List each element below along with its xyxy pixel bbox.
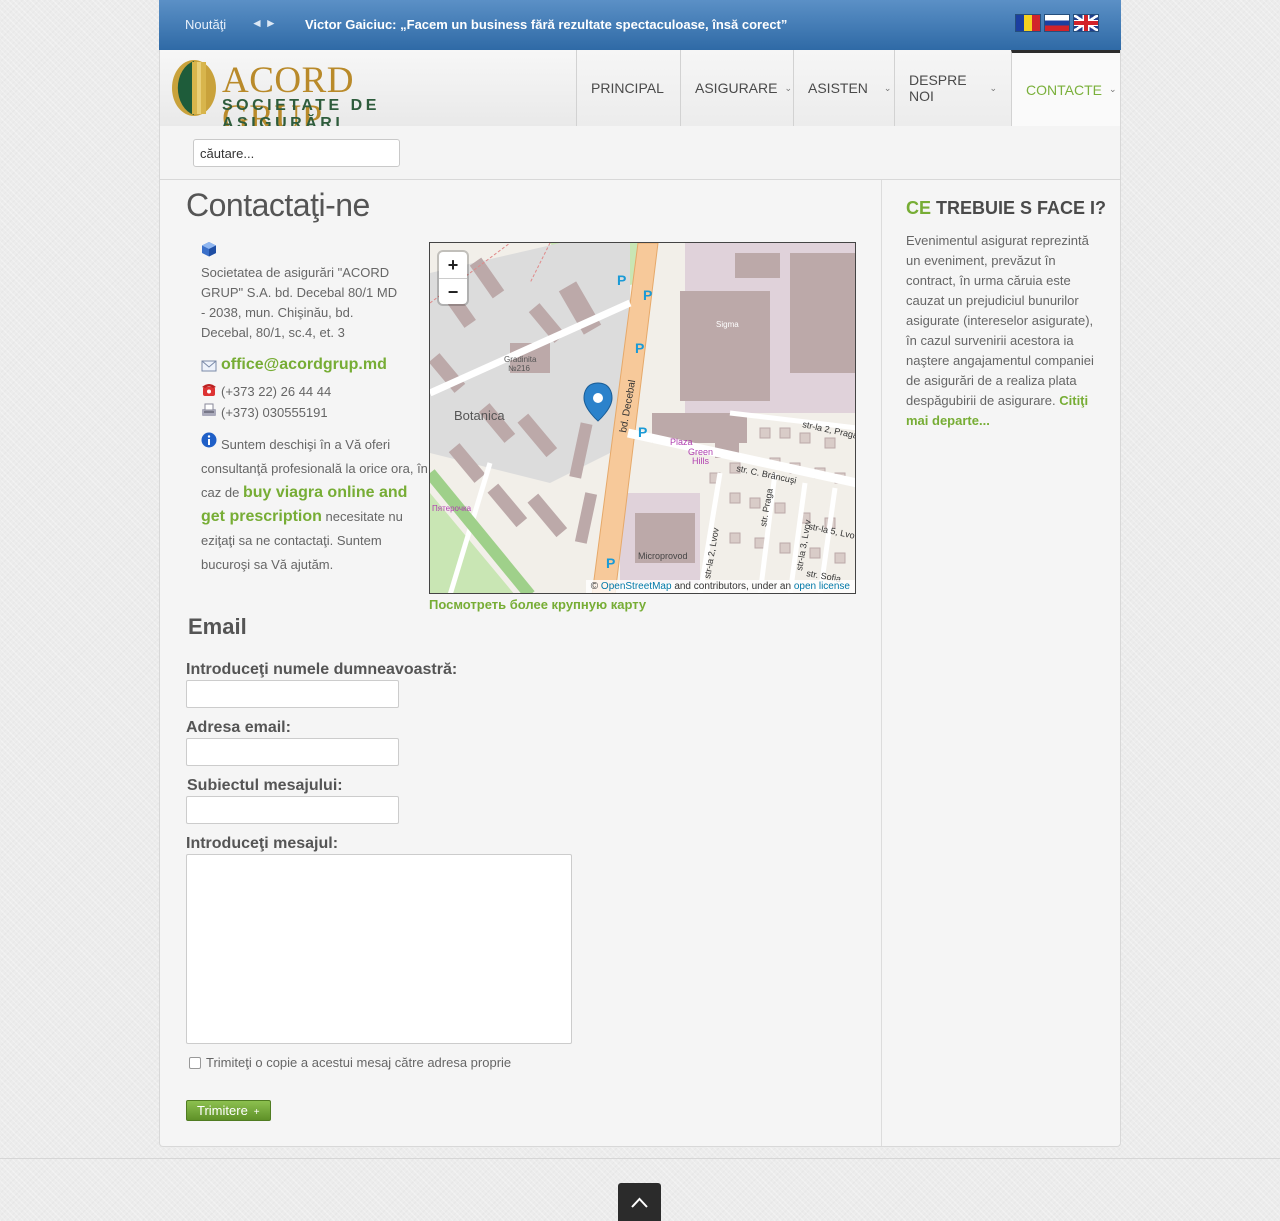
email-label: Adresa email: [186, 719, 291, 736]
email-field[interactable] [186, 738, 399, 766]
attr-mid: and contributors, under an [674, 581, 792, 592]
chevron-down-icon: ⌄ [989, 82, 997, 93]
nav-item-asisten[interactable]: ASISTEN ⌄ [793, 50, 894, 126]
nav-label: PRINCIPAL [591, 80, 664, 96]
map-zoom-control: + − [439, 252, 467, 304]
main-content: Contactaţi-ne Societatea de asigurări "A… [159, 180, 1121, 1147]
map-parking-icon: P [635, 340, 644, 356]
map-parking-icon: P [606, 555, 615, 571]
sidebar-divider [881, 180, 882, 1146]
map-label-microprovod: Microprovod [638, 551, 688, 561]
fax-icon [202, 403, 216, 416]
phone-icon [202, 384, 216, 396]
logo-mark-icon [172, 60, 216, 116]
news-headline[interactable]: Victor Gaiciuc: „Facem un business fără … [305, 17, 787, 32]
address-text: Societatea de asigurări "ACORD GRUP" S.A… [201, 265, 398, 340]
top-news-bar: Noutăţi ◄► Victor Gaiciuc: „Facem un bus… [159, 0, 1121, 50]
map-label-hills: Hills [692, 456, 709, 466]
copy-label: Trimiteţi o copie a acestui mesaj către … [206, 1055, 512, 1070]
zoom-in-button[interactable]: + [439, 252, 467, 278]
map-parking-icon: P [617, 272, 626, 288]
attr-osm-link[interactable]: OpenStreetMap [601, 581, 672, 592]
news-label: Noutăţi [185, 17, 227, 32]
map-attribution: © OpenStreetMap and contributors, under … [585, 580, 855, 593]
address-cube-icon [202, 242, 216, 257]
plus-icon: + [253, 1107, 260, 1118]
nav-label: CONTACTE [1026, 81, 1102, 98]
zoom-out-button[interactable]: − [439, 278, 467, 304]
nav-item-asigurare[interactable]: ASIGURARE ⌄ [680, 50, 793, 126]
flag-russia-icon[interactable] [1044, 14, 1070, 32]
envelope-icon [201, 360, 217, 372]
main-nav: PRINCIPAL ASIGURARE ⌄ ASISTEN ⌄ DESPRE N… [576, 50, 1120, 126]
search-row [159, 126, 1121, 180]
map-canvas[interactable]: Botanica Gradinita №216 Sigma bd. Deceba… [430, 243, 856, 594]
map-parking-icon: P [638, 424, 647, 440]
chevron-down-icon: ⌄ [883, 82, 892, 93]
chevron-down-icon: ⌄ [1108, 84, 1117, 94]
info-text: Suntem deschişi în a Vă oferi consultanţ… [201, 433, 429, 577]
nav-item-despre-noi[interactable]: DESPRE NOI ⌄ [894, 50, 1011, 126]
map-label-gradinita: Gradinita [504, 355, 537, 364]
map-label-pyaterochka: Пятерочка [432, 504, 472, 513]
chevron-up-icon [631, 1197, 648, 1208]
copy-option: Trimiteţi o copie a acestui mesaj către … [189, 1055, 511, 1070]
map-label-gradinita-num: №216 [508, 364, 530, 373]
submit-button[interactable]: Trimitere + [186, 1100, 271, 1121]
page-wrapper: Noutăţi ◄► Victor Gaiciuc: „Facem un bus… [159, 0, 1121, 1147]
email-form-title: Email [188, 614, 247, 639]
site-header: ACORD GRUP SOCIETATE DE ASIGURĂRI PRINCI… [159, 50, 1121, 138]
sidebar-title: CE TREBUIE S FACE I? [906, 198, 1106, 219]
sidebar-paragraph: Evenimentul asigurat reprezintă un eveni… [906, 233, 1094, 408]
map-label-plaza: Plaza [670, 437, 693, 447]
flag-moldova-icon[interactable] [1015, 14, 1041, 32]
phone-number: (+373 22) 26 44 44 [221, 384, 332, 399]
larger-map-link[interactable]: Посмотреть более крупную карту [429, 597, 646, 612]
map-label-sigma: Sigma [716, 320, 739, 329]
scroll-to-top-button[interactable] [618, 1183, 661, 1221]
attr-copy: © [590, 581, 599, 592]
flag-uk-icon[interactable] [1073, 14, 1099, 32]
nav-label: ASIGURARE [695, 80, 778, 96]
map[interactable]: Botanica Gradinita №216 Sigma bd. Deceba… [429, 242, 856, 594]
message-textarea[interactable] [186, 854, 572, 1044]
sidebar-title-accent: CE [906, 198, 932, 218]
search-input[interactable] [193, 139, 400, 167]
nav-item-principal[interactable]: PRINCIPAL [576, 50, 680, 126]
map-label-botanica: Botanica [454, 408, 505, 423]
email-link[interactable]: office@acordgrup.md [221, 356, 387, 374]
subject-field[interactable] [186, 796, 399, 824]
sidebar-text: Evenimentul asigurat reprezintă un eveni… [906, 231, 1098, 431]
news-arrows-icon[interactable]: ◄► [251, 16, 279, 30]
page-title: Contactaţi-ne [186, 187, 370, 223]
sidebar-title-rest: TREBUIE S FACE I? [936, 198, 1107, 218]
language-switcher [1015, 14, 1099, 32]
nav-label: ASISTEN [808, 80, 868, 96]
attr-license-link[interactable]: open license [794, 581, 850, 592]
name-label: Introduceţi numele dumneavoastră: [186, 661, 458, 678]
nav-label: DESPRE NOI [909, 72, 967, 104]
name-field[interactable] [186, 680, 399, 708]
message-label: Introduceţi mesajul: [186, 835, 339, 852]
footer-divider [0, 1158, 1280, 1159]
nav-item-contacte[interactable]: CONTACTE ⌄ [1011, 50, 1120, 126]
fax-number: (+373) 030555191 [221, 405, 328, 420]
subject-label: Subiectul mesajului: [187, 777, 343, 794]
logo[interactable]: ACORD GRUP SOCIETATE DE ASIGURĂRI [170, 58, 460, 138]
map-parking-icon: P [643, 287, 652, 303]
chevron-down-icon: ⌄ [784, 82, 793, 93]
submit-label: Trimitere [197, 1103, 248, 1118]
copy-checkbox[interactable] [189, 1056, 201, 1069]
